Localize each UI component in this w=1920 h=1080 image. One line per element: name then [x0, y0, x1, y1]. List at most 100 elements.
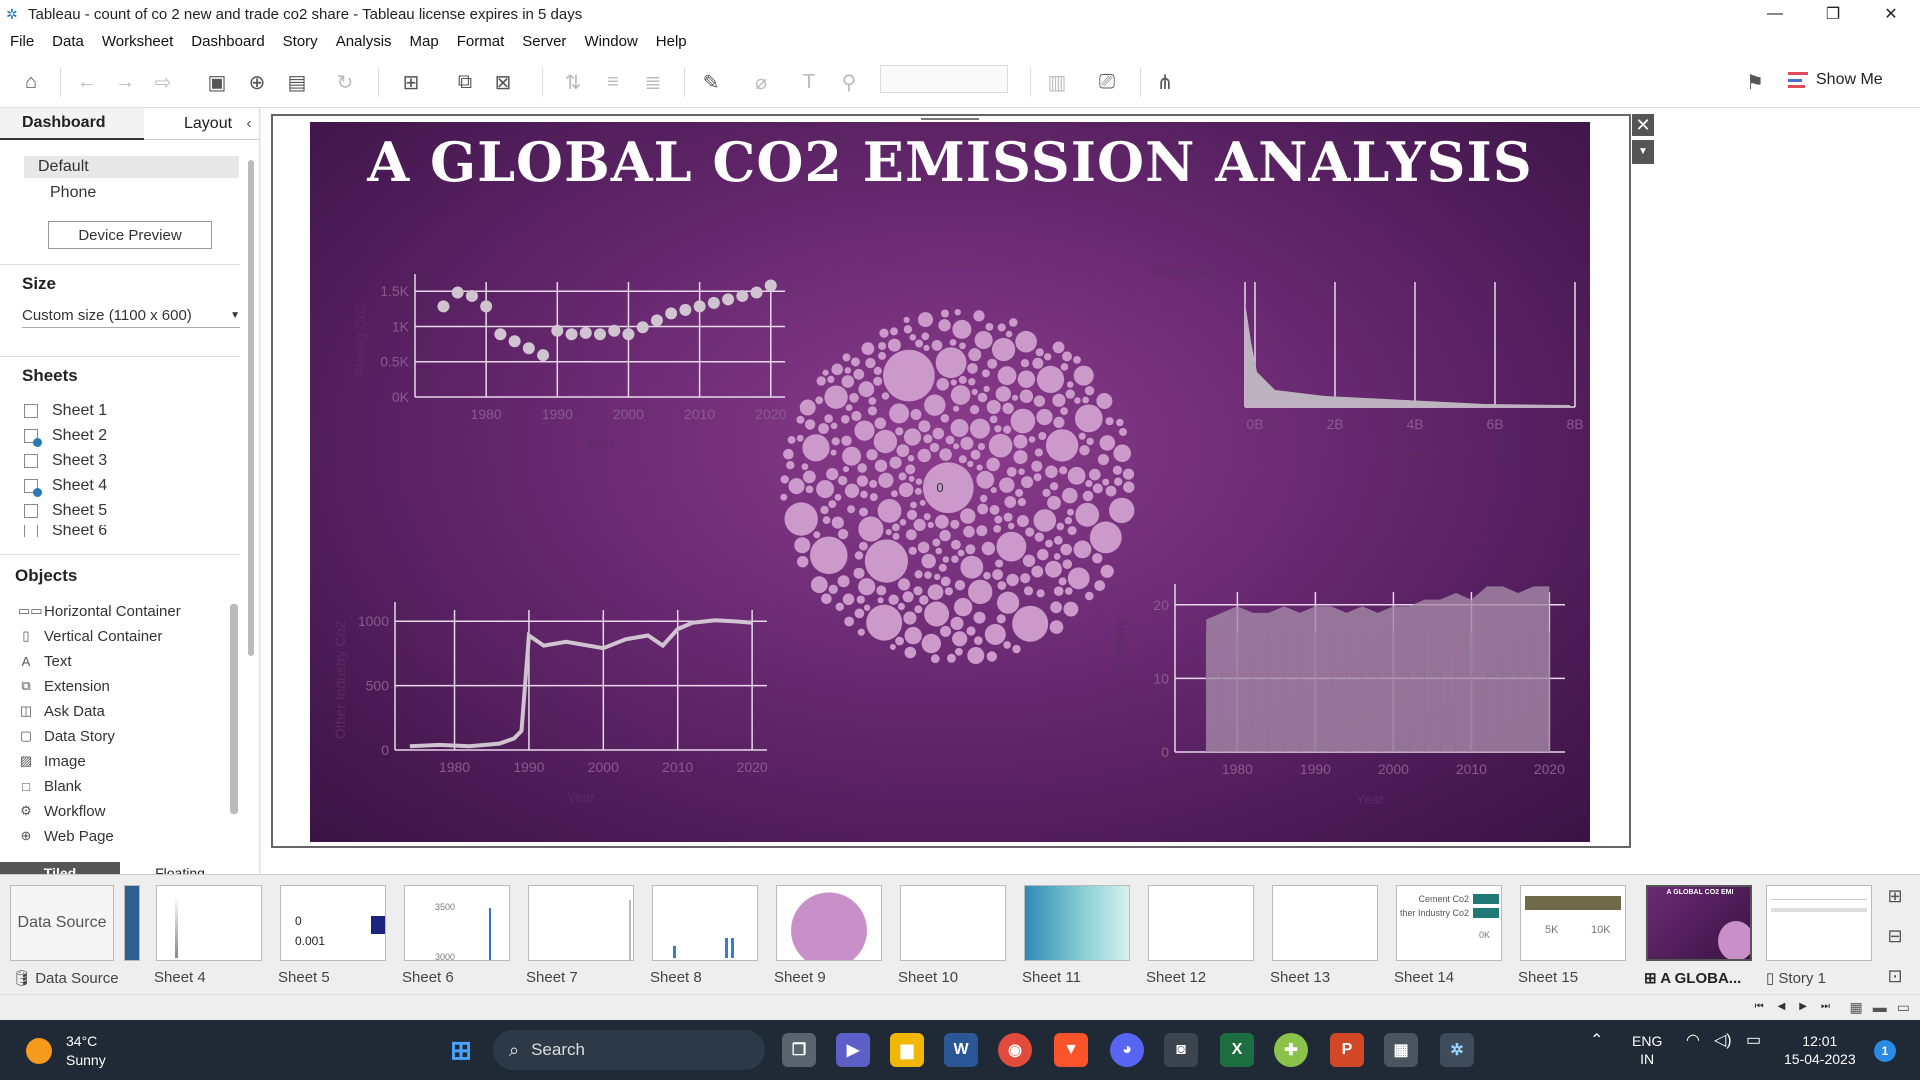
menu-story[interactable]: Story: [283, 33, 318, 50]
sheet-thumb[interactable]: 0 0.001: [280, 885, 386, 961]
sheet-tab[interactable]: Sheet 15: [1518, 969, 1578, 986]
objects-scrollbar[interactable]: [230, 604, 238, 814]
sheet-tab[interactable]: Sheet 8: [650, 969, 702, 986]
object-ask-data[interactable]: ◫ Ask Data: [18, 700, 105, 722]
refresh-icon[interactable]: ↻: [332, 69, 358, 95]
undo-icon[interactable]: ←: [74, 69, 100, 95]
teams-icon[interactable]: ▶: [836, 1033, 870, 1067]
brave-icon[interactable]: ▼: [1054, 1033, 1088, 1067]
volume-icon[interactable]: ◁): [1714, 1032, 1732, 1050]
menu-dashboard[interactable]: Dashboard: [191, 33, 264, 50]
dashboard-thumb[interactable]: A GLOBAL CO2 EMI: [1646, 885, 1752, 961]
sort-ascending-icon[interactable]: ≡: [600, 69, 626, 95]
new-story-icon[interactable]: ⊡: [1882, 963, 1908, 989]
duplicate-icon[interactable]: ⧉: [452, 69, 478, 95]
highlight-icon[interactable]: ✎: [698, 69, 724, 95]
sheet-thumb[interactable]: [124, 885, 140, 961]
size-dropdown[interactable]: Custom size (1100 x 600) ▼: [22, 304, 240, 328]
device-preview-button[interactable]: Device Preview: [48, 221, 212, 249]
menu-data[interactable]: Data: [52, 33, 84, 50]
fix-axes-icon[interactable]: ⚲: [836, 69, 862, 95]
new-data-source-icon[interactable]: ⊕: [244, 69, 270, 95]
sheet-thumb[interactable]: [1024, 885, 1130, 961]
last-sheet-icon[interactable]: ⏭: [1821, 1001, 1830, 1012]
tableau-taskbar-icon[interactable]: ✲: [1440, 1033, 1474, 1067]
minimize-button[interactable]: —: [1746, 0, 1804, 28]
more-options-icon[interactable]: ▼: [1632, 140, 1654, 164]
language-indicator[interactable]: ENG IN: [1632, 1032, 1662, 1068]
replay-icon[interactable]: ⇨: [150, 69, 176, 95]
data-source-thumb[interactable]: Data Source: [10, 885, 114, 961]
labels-icon[interactable]: T: [796, 69, 822, 95]
sheet-tab[interactable]: Sheet 5: [278, 969, 330, 986]
camera-icon[interactable]: ◙: [1164, 1033, 1198, 1067]
sheet-item[interactable]: Sheet 6: [24, 525, 107, 537]
menu-help[interactable]: Help: [656, 33, 687, 50]
chrome-icon[interactable]: ◉: [998, 1033, 1032, 1067]
menu-worksheet[interactable]: Worksheet: [102, 33, 173, 50]
plus-app-icon[interactable]: ✚: [1274, 1033, 1308, 1067]
clock[interactable]: 12:01 15-04-2023: [1784, 1032, 1856, 1068]
sheet-tab[interactable]: Sheet 7: [526, 969, 578, 986]
wifi-icon[interactable]: ◠: [1686, 1032, 1700, 1050]
next-sheet-icon[interactable]: ▶: [1799, 1001, 1807, 1012]
file-explorer-icon[interactable]: ▆: [890, 1033, 924, 1067]
share-icon[interactable]: ⋔: [1152, 69, 1178, 95]
menu-format[interactable]: Format: [457, 33, 505, 50]
sheet-thumb[interactable]: [1272, 885, 1378, 961]
presentation-icon[interactable]: ⎚: [1094, 69, 1120, 95]
object-extension[interactable]: ⧉ Extension: [18, 675, 110, 697]
device-phone[interactable]: Phone: [50, 184, 96, 202]
object-horizontal-container[interactable]: ▭▭ Horizontal Container: [18, 600, 181, 622]
object-blank[interactable]: □ Blank: [18, 775, 81, 797]
group-icon[interactable]: ⌀: [748, 69, 774, 95]
pause-updates-icon[interactable]: ▤: [284, 69, 310, 95]
redo-icon[interactable]: →: [112, 69, 138, 95]
fit-dropdown[interactable]: [880, 65, 1008, 93]
new-worksheet-icon[interactable]: ⊞: [1882, 883, 1908, 909]
menu-map[interactable]: Map: [410, 33, 439, 50]
story-tab[interactable]: ▯ Story 1: [1766, 969, 1826, 987]
show-me-button[interactable]: Show Me: [1788, 60, 1883, 100]
sheet-tab[interactable]: Sheet 13: [1270, 969, 1330, 986]
panel-scrollbar[interactable]: [248, 160, 254, 656]
tabs-icon[interactable]: ▭: [1897, 999, 1910, 1016]
prev-sheet-icon[interactable]: ◀: [1778, 1001, 1786, 1012]
new-dashboard-icon[interactable]: ⊟: [1882, 923, 1908, 949]
collapse-panel-icon[interactable]: ‹: [238, 108, 260, 139]
weather-widget[interactable]: 34°C Sunny: [26, 1032, 106, 1070]
tab-dashboard[interactable]: Dashboard: [0, 108, 144, 140]
sheet-thumb[interactable]: Cement Co2 ther Industry Co2 0K: [1396, 885, 1502, 961]
object-workflow[interactable]: ⚙ Workflow: [18, 800, 105, 822]
sheet-item[interactable]: Sheet 5: [24, 500, 107, 522]
powerpoint-icon[interactable]: P: [1330, 1033, 1364, 1067]
excel-icon[interactable]: X: [1220, 1033, 1254, 1067]
sheet-thumb[interactable]: [776, 885, 882, 961]
sort-descending-icon[interactable]: ≣: [640, 69, 666, 95]
menu-file[interactable]: File: [10, 33, 34, 50]
close-window-button[interactable]: ✕: [1862, 0, 1920, 28]
sheet-thumb[interactable]: 5K 10K: [1520, 885, 1626, 961]
sheet-thumb[interactable]: [652, 885, 758, 961]
menu-window[interactable]: Window: [584, 33, 637, 50]
dashboard-tab[interactable]: ⊞ A GLOBA...: [1644, 969, 1741, 987]
sheet-thumb[interactable]: [900, 885, 1006, 961]
sheet-tab[interactable]: Sheet 4: [154, 969, 206, 986]
taskbar-search[interactable]: ⌕ Search: [493, 1030, 765, 1070]
clear-sheet-icon[interactable]: ⊠: [490, 69, 516, 95]
sheet-tab[interactable]: Sheet 9: [774, 969, 826, 986]
sheet-item[interactable]: Sheet 4: [24, 475, 107, 497]
object-text[interactable]: A Text: [18, 650, 72, 672]
task-view-icon[interactable]: ❐: [782, 1033, 816, 1067]
discord-icon[interactable]: ◕: [1110, 1033, 1144, 1067]
sheet-item[interactable]: Sheet 3: [24, 450, 107, 472]
home-icon[interactable]: ⌂: [18, 69, 44, 95]
remove-object-icon[interactable]: ✕: [1632, 114, 1654, 136]
sheet-tab[interactable]: Sheet 10: [898, 969, 958, 986]
windows-start-icon[interactable]: ⊞: [444, 1033, 478, 1067]
swap-icon[interactable]: ⇅: [560, 69, 586, 95]
chevron-up-icon[interactable]: ⌃: [1590, 1032, 1603, 1050]
notification-badge[interactable]: 1: [1874, 1040, 1896, 1062]
menu-analysis[interactable]: Analysis: [336, 33, 392, 50]
restore-button[interactable]: ❐: [1804, 0, 1862, 28]
